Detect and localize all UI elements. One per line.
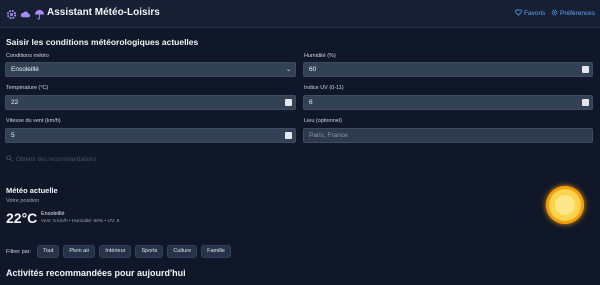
filter-culture[interactable]: Culture <box>167 245 198 258</box>
location-label: Lieu (optionnel) <box>304 118 342 124</box>
weather-temperature: 22°C <box>6 210 38 226</box>
stepper-icon[interactable] <box>582 99 589 106</box>
form-title: Saisir les conditions météorologiques ac… <box>6 37 199 47</box>
wind-label: Vitesse du vent (km/h) <box>6 118 61 124</box>
filter-label: Filtrer par: <box>6 249 32 255</box>
conditions-label: Conditions météo <box>6 53 49 59</box>
gear-icon <box>551 9 558 18</box>
preferences-label: Préférences <box>560 10 596 17</box>
wind-value: 5 <box>11 132 15 139</box>
filter-indoor[interactable]: Intérieur <box>99 245 132 258</box>
filter-chips: Tout Plein air Intérieur Sports Culture … <box>37 245 231 258</box>
conditions-value: Ensoleillé <box>11 66 39 73</box>
wind-input[interactable]: 5 <box>5 128 296 143</box>
get-recommendations-label: Obtenir des recommandations <box>16 156 97 163</box>
location-input[interactable]: Paris, France <box>303 128 593 143</box>
humidity-label: Humidité (%) <box>304 53 336 59</box>
temperature-input[interactable]: 22 <box>5 95 296 110</box>
location-placeholder: Paris, France <box>309 132 348 139</box>
umbrella-icon <box>34 7 45 20</box>
gear-icon <box>6 7 17 20</box>
filter-sports[interactable]: Sports <box>135 245 164 258</box>
stepper-icon[interactable] <box>582 66 589 73</box>
uv-value: 6 <box>309 99 313 106</box>
get-recommendations-button[interactable]: Obtenir des recommandations <box>6 155 96 164</box>
app-header: Assistant Météo-Loisirs Favoris Préféren… <box>0 0 600 28</box>
uv-input[interactable]: 6 <box>303 95 593 110</box>
activities-title: Activités recommandées pour aujourd'hui <box>6 268 186 278</box>
humidity-input[interactable]: 60 <box>303 62 593 77</box>
chevron-down-icon: ⌄ <box>285 67 291 73</box>
weather-title: Météo actuelle <box>6 186 58 195</box>
filter-all[interactable]: Tout <box>37 245 60 258</box>
preferences-link[interactable]: Préférences <box>551 9 595 18</box>
temperature-label: Température (°C) <box>6 85 49 91</box>
search-icon <box>6 155 13 164</box>
temperature-value: 22 <box>11 99 19 106</box>
heart-icon <box>515 9 522 18</box>
filter-family[interactable]: Famille <box>201 245 231 258</box>
uv-label: Indice UV (0-11) <box>304 85 344 91</box>
stepper-icon[interactable] <box>285 99 292 106</box>
favorites-label: Favoris <box>524 10 546 17</box>
app-title: Assistant Météo-Loisirs <box>47 7 160 18</box>
weather-position: Votre position <box>6 198 40 204</box>
cloud-icon <box>20 7 31 18</box>
weather-condition: Ensoleillé <box>41 211 65 217</box>
sun-icon <box>546 186 584 224</box>
humidity-value: 60 <box>309 66 317 73</box>
filter-outdoor[interactable]: Plein air <box>63 245 96 258</box>
stepper-icon[interactable] <box>285 132 292 139</box>
logo-icons <box>6 7 45 20</box>
conditions-select[interactable]: Ensoleillé ⌄ <box>5 62 296 77</box>
favorites-link[interactable]: Favoris <box>515 9 545 18</box>
weather-details: Vent: 5 km/h • Humidité: 60% • UV: 6 <box>41 219 120 224</box>
